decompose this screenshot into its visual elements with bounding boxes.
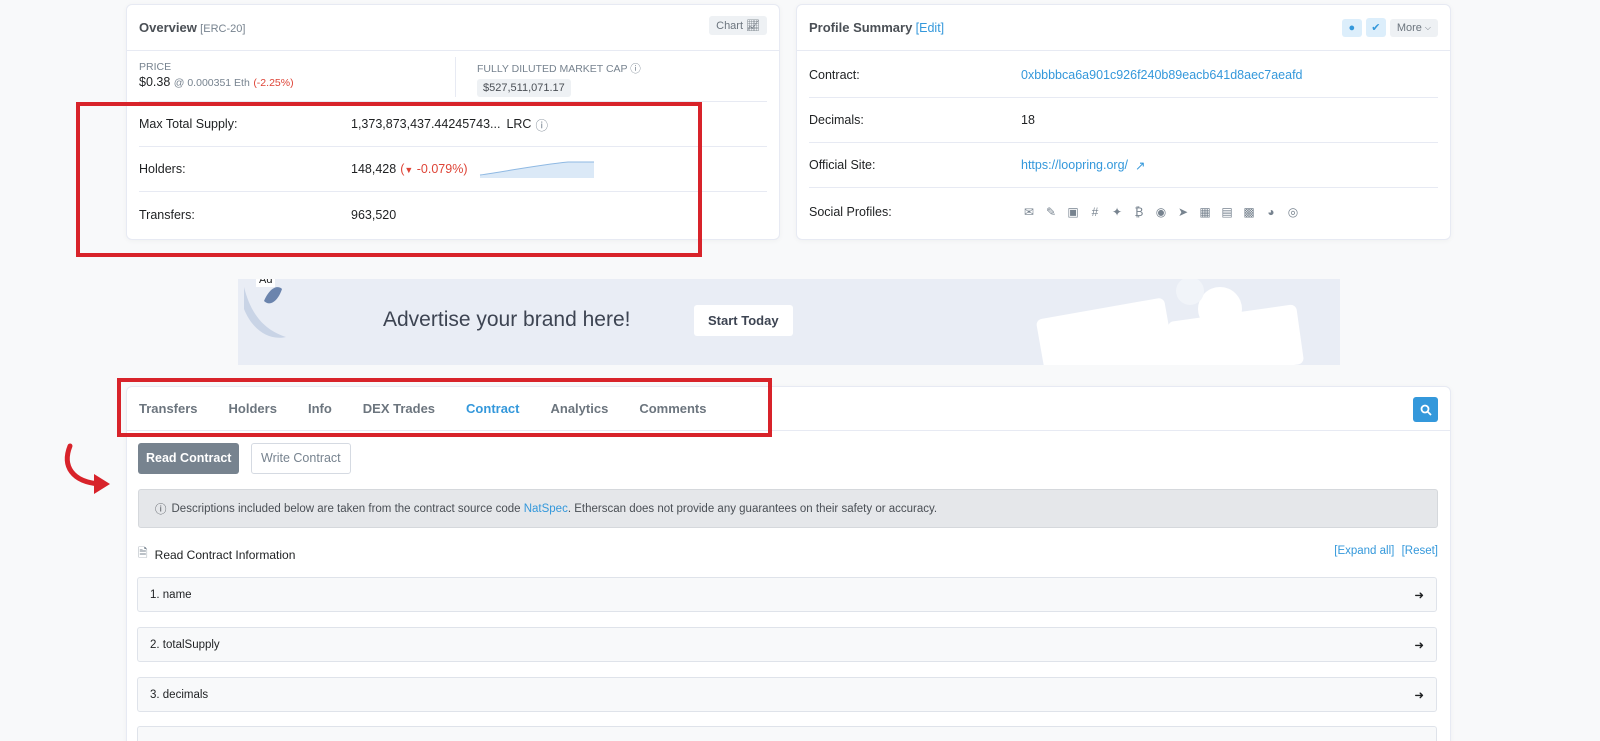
- chevron-down-icon: ⌵: [1424, 22, 1431, 32]
- highlight-tabs-box: [117, 378, 772, 437]
- chart-button[interactable]: Chart 📈︎: [709, 16, 767, 35]
- notice-text-pre: Descriptions included below are taken fr…: [171, 502, 524, 515]
- ad-decoration-left: [244, 287, 286, 338]
- more-button[interactable]: More ⌵: [1389, 18, 1438, 37]
- token-type: [ERC-20]: [200, 23, 246, 35]
- medium-icon[interactable]: ◎: [1285, 205, 1301, 219]
- reset-link[interactable]: [Reset]: [1402, 545, 1438, 557]
- reddit-icon[interactable]: ◕: [1263, 205, 1279, 219]
- overview-header: Overview [ERC-20] Chart 📈︎: [127, 5, 779, 51]
- chart-icon: 📈︎: [746, 20, 760, 32]
- red-arrow-icon: [64, 443, 110, 494]
- bitcointalk-icon[interactable]: ₿: [1131, 205, 1147, 219]
- social-profiles-row: Social Profiles: ✉ ✎ ▣ # ✦ ₿ ◉ ➤ ▦ ▤ ▩ ◕ ◎: [809, 188, 1438, 236]
- arrow-right-icon: ➜: [1414, 639, 1424, 652]
- decimals-row: Decimals: 18: [809, 98, 1438, 143]
- price-change: (-2.25%): [253, 77, 294, 89]
- linkedin-icon[interactable]: ▦: [1197, 205, 1213, 219]
- external-link-icon[interactable]: ↗: [1135, 158, 1145, 173]
- more-label: More: [1396, 21, 1422, 34]
- profile-header: Profile Summary [Edit] ● ✔ More ⌵: [797, 5, 1450, 51]
- decimals-value: 18: [1021, 113, 1035, 127]
- telegram-icon[interactable]: ➤: [1175, 205, 1191, 219]
- contract-method-item[interactable]: 3. decimals ➜: [137, 677, 1437, 712]
- method-label: 2. totalSupply: [150, 638, 220, 651]
- expand-all-link[interactable]: [Expand all]: [1334, 545, 1394, 557]
- discord-icon[interactable]: ▤: [1219, 205, 1235, 219]
- natspec-notice: ⓘ Descriptions included below are taken …: [138, 489, 1438, 528]
- profile-card: Profile Summary [Edit] ● ✔ More ⌵ Contra…: [796, 4, 1451, 240]
- contract-address-link[interactable]: 0xbbbbca6a901c926f240b89eacb641d8aec7aea…: [1021, 68, 1303, 82]
- write-contract-button[interactable]: Write Contract: [251, 443, 351, 474]
- market-cap-value: $527,511,071.17: [477, 79, 571, 97]
- market-cap-label: FULLY DILUTED MARKET CAP: [477, 63, 628, 75]
- status-dot-icon[interactable]: ●: [1341, 18, 1362, 37]
- contract-label: Contract:: [809, 68, 860, 82]
- natspec-link[interactable]: NatSpec: [524, 503, 568, 515]
- price-section: PRICE $0.38 @ 0.000351 Eth (-2.25%): [139, 61, 294, 89]
- price-value: $0.38: [139, 75, 171, 89]
- market-cap-section: FULLY DILUTED MARKET CAP ⓘ $527,511,071.…: [477, 61, 641, 97]
- slack-icon[interactable]: #: [1087, 205, 1103, 219]
- whitepaper-icon[interactable]: ▩: [1241, 205, 1257, 219]
- help-icon[interactable]: ⓘ: [630, 63, 641, 75]
- official-site-link[interactable]: https://loopring.org/: [1021, 158, 1128, 172]
- check-icon[interactable]: ✔: [1365, 18, 1386, 37]
- price-label: PRICE: [139, 61, 172, 73]
- document-icon: 🗎︎: [138, 546, 148, 560]
- decimals-label: Decimals:: [809, 113, 864, 127]
- github-icon[interactable]: ◉: [1153, 205, 1169, 219]
- notice-text-post: . Etherscan does not provide any guarant…: [567, 502, 938, 515]
- ad-banner[interactable]: Ad Advertise your brand here! Start Toda…: [238, 279, 1340, 365]
- method-label: 3. decimals: [150, 688, 209, 701]
- search-button[interactable]: [1413, 397, 1438, 422]
- read-contract-button[interactable]: Read Contract: [138, 443, 240, 474]
- contract-method-item[interactable]: 2. totalSupply ➜: [137, 627, 1437, 662]
- ad-cta-button[interactable]: Start Today: [694, 305, 793, 336]
- contract-row: Contract: 0xbbbbca6a901c926f240b89eacb64…: [809, 53, 1438, 98]
- arrow-right-icon: ➜: [1414, 689, 1424, 702]
- pencil-icon[interactable]: ✎: [1043, 205, 1059, 219]
- ad-decoration-right: [1036, 279, 1304, 365]
- email-icon[interactable]: ✉: [1021, 205, 1037, 219]
- twitter-icon[interactable]: ✦: [1109, 205, 1125, 219]
- read-contract-info-header: 🗎︎ Read Contract Information: [138, 544, 295, 565]
- read-contract-info-label: Read Contract Information: [154, 547, 296, 562]
- ad-tag: Ad: [256, 279, 276, 287]
- info-circle-icon: ⓘ: [155, 503, 167, 516]
- search-icon: [1420, 404, 1432, 416]
- method-label: 1. name: [150, 588, 192, 601]
- edit-link[interactable]: [Edit]: [916, 21, 945, 35]
- divider: [455, 57, 456, 97]
- social-profiles-label: Social Profiles:: [809, 205, 892, 219]
- official-site-label: Official Site:: [809, 158, 876, 172]
- blog-icon[interactable]: ▣: [1065, 205, 1081, 219]
- social-icons: ✉ ✎ ▣ # ✦ ₿ ◉ ➤ ▦ ▤ ▩ ◕ ◎: [1021, 205, 1307, 219]
- price-eth: @ 0.000351 Eth: [173, 77, 250, 89]
- arrow-right-icon: ➜: [1414, 589, 1424, 602]
- ad-headline: Advertise your brand here!: [383, 308, 631, 331]
- highlight-overview-box: [76, 102, 702, 257]
- profile-title: Profile Summary: [809, 20, 913, 35]
- overview-title: Overview: [139, 20, 197, 35]
- official-site-row: Official Site: https://loopring.org/ ↗: [809, 143, 1438, 188]
- chart-button-label: Chart: [716, 19, 744, 32]
- contract-method-item-partial[interactable]: [137, 726, 1437, 741]
- contract-method-item[interactable]: 1. name ➜: [137, 577, 1437, 612]
